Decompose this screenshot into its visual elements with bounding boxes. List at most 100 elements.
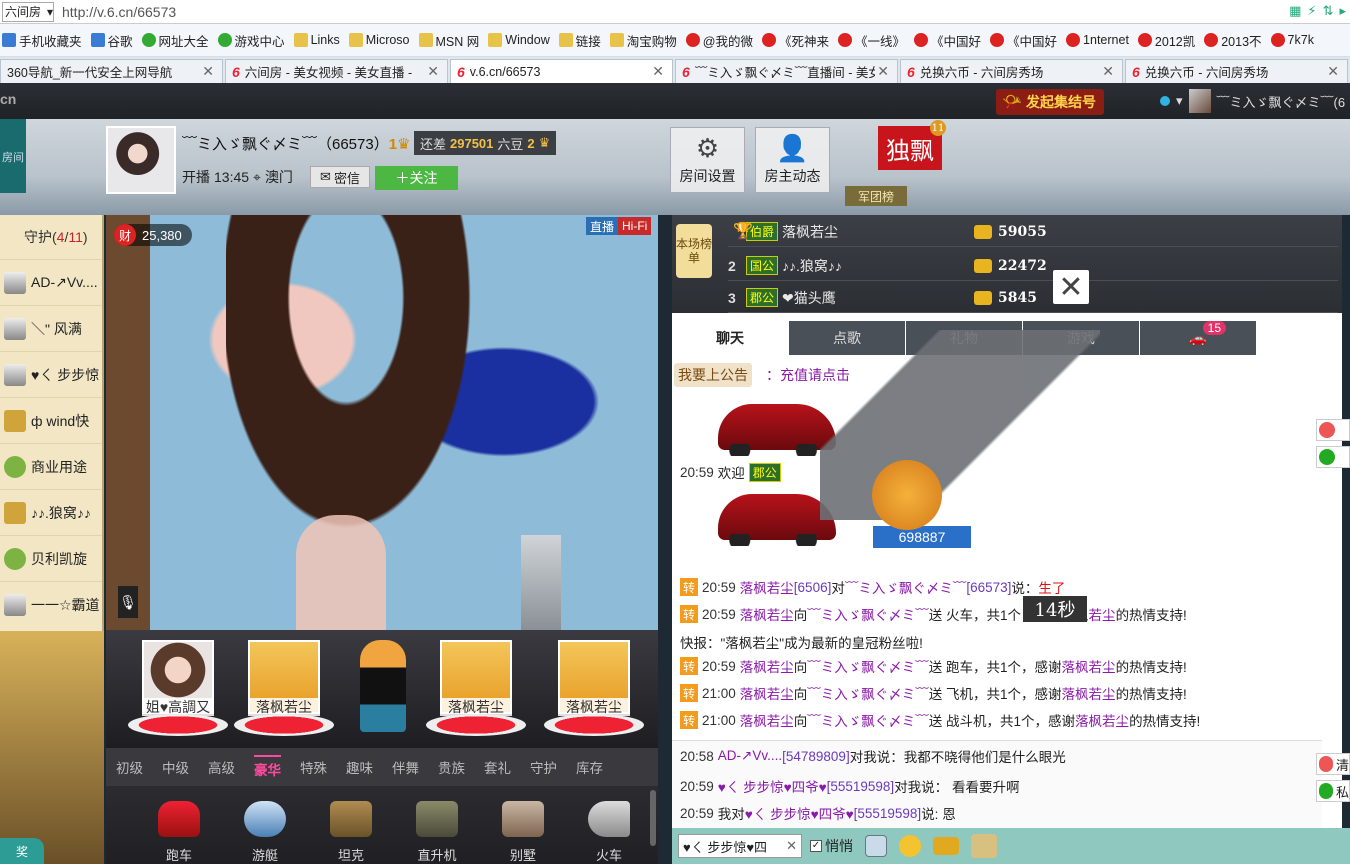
user-name[interactable]: 落枫若尘 [740, 656, 794, 676]
more-icon[interactable]: ▸ [1339, 3, 1346, 19]
bookmark-item[interactable]: 2013不 [1204, 31, 1262, 50]
video-player[interactable] [106, 215, 658, 630]
site-logo[interactable]: cn [0, 91, 16, 107]
bookmark-item[interactable]: 《中国好 [914, 31, 981, 50]
chat-tab[interactable]: 聊天 [672, 321, 788, 355]
bookmark-item[interactable]: 游戏中心 [217, 31, 285, 50]
bookmark-item[interactable]: 《一线》 [838, 31, 905, 50]
rank-row[interactable]: 3 郡公 ❤猫头鹰 5845 [728, 283, 1338, 313]
image-icon[interactable] [865, 835, 887, 857]
user-name[interactable]: 落枫若尘 [1062, 656, 1116, 676]
gift-tab[interactable]: 套礼 [484, 757, 511, 777]
private-toggle-button[interactable]: 私 [1316, 780, 1350, 802]
mini-widget[interactable]: 奖 [0, 838, 44, 864]
user-id[interactable]: [6506] [794, 580, 832, 595]
forward-icon[interactable]: 转 [680, 684, 698, 702]
forward-icon[interactable]: 转 [680, 657, 698, 675]
gift-item[interactable]: 直升机 [394, 786, 480, 864]
gift-item[interactable]: 游艇 [222, 786, 308, 864]
bookmark-item[interactable]: 淘宝购物 [609, 31, 677, 50]
recipient-select[interactable]: ♥ㄑ 步步惊♥四 ✕ [678, 834, 802, 858]
guard-member[interactable]: 一一☆霸道 [0, 581, 102, 627]
bookmark-item[interactable]: 1nternet [1066, 33, 1129, 47]
rank-row[interactable]: 2 国公 ♪♪.狼窝♪♪ 22472 [728, 251, 1338, 281]
legion-rank-button[interactable]: 军团榜 [845, 186, 907, 206]
close-icon[interactable]: ✕ [202, 63, 214, 80]
guard-member[interactable]: AD-↗Vv.... [0, 259, 102, 305]
user-name[interactable]: 落枫若尘 [740, 683, 794, 703]
side-flag[interactable]: 房间 [0, 119, 26, 193]
browser-tab[interactable]: 360导航_新一代安全上网导航 ✕ [0, 59, 223, 83]
bookmark-item[interactable]: @我的微 [685, 31, 753, 50]
forward-icon[interactable]: 转 [680, 711, 698, 729]
browser-tab[interactable]: 6 兑换六币 - 六间房秀场 ✕ [900, 59, 1123, 83]
bookmark-item[interactable]: Links [293, 33, 340, 47]
forward-icon[interactable]: 转 [680, 578, 698, 596]
whisper-checkbox[interactable]: ✓ 悄悄 [810, 836, 853, 856]
bookmark-item[interactable]: 《死神来 [761, 31, 829, 50]
close-icon[interactable]: ✕ [786, 838, 797, 854]
close-icon[interactable]: ✕ [1102, 63, 1114, 80]
gift-tab[interactable]: 贵族 [438, 757, 465, 777]
user-name[interactable]: 落枫若尘 [740, 577, 794, 597]
guard-member[interactable]: 商业用途 [0, 443, 102, 489]
bookmark-item[interactable]: 《中国好 [990, 31, 1057, 50]
guest-pedestal[interactable]: 落枫若尘 [542, 638, 644, 738]
bookmark-item[interactable]: Microso [348, 33, 410, 47]
microphone-icon[interactable]: 🎙 [118, 586, 138, 618]
close-icon[interactable]: ✕ [652, 63, 664, 80]
follow-button[interactable]: ＋关注 [375, 166, 458, 190]
user-id[interactable]: [66573] [966, 580, 1011, 595]
guard-title[interactable]: 守护(4/11) [0, 215, 102, 259]
duopiao-banner[interactable]: 独飘 11 [878, 120, 946, 170]
user-name[interactable]: ♥ㄑ 步步惊♥四爷♥ [745, 803, 854, 823]
room-settings-button[interactable]: ⚙ 房间设置 [670, 127, 745, 193]
guard-member[interactable]: 贝利凯旋 [0, 535, 102, 581]
guard-member[interactable]: ф wind快 [0, 397, 102, 443]
emoji-icon[interactable] [899, 835, 921, 857]
bookmark-item[interactable]: 手机收藏夹 [2, 31, 82, 50]
gift-tab[interactable]: 初级 [116, 757, 143, 777]
notice-tag-button[interactable]: 我要上公告 [674, 363, 752, 387]
user-name[interactable]: AD-↗Vv.... [718, 748, 782, 764]
user-name[interactable]: 落枫若尘 [740, 710, 794, 730]
user-id[interactable]: [55519598] [854, 806, 922, 821]
bookmark-item[interactable]: Window [488, 33, 550, 47]
user-id[interactable]: [55519598] [827, 779, 895, 794]
clear-private-button[interactable]: 清 [1316, 753, 1350, 775]
guard-member[interactable]: ＼" 风满 [0, 305, 102, 351]
user-name[interactable]: 落枫若尘 [1075, 710, 1129, 730]
bookmark-item[interactable]: 2012凯 [1137, 31, 1195, 50]
user-name[interactable]: ﹋ミ入ゞ飘ぐ〆ミ﹋ [845, 577, 967, 597]
check-button[interactable] [1316, 446, 1350, 468]
host-updates-button[interactable]: 👤 房主动态 [755, 127, 830, 193]
forward-icon[interactable]: 转 [680, 605, 698, 623]
close-icon[interactable]: ✕ [877, 63, 889, 80]
gift-item[interactable]: 别墅 [480, 786, 566, 864]
gift-item[interactable]: 跑车 [136, 786, 222, 864]
guest-pedestal[interactable]: 姐♥高調又 [126, 638, 228, 738]
private-message-button[interactable]: ✉ 密信 [310, 166, 370, 188]
close-icon[interactable]: ✕ [427, 63, 439, 80]
browser-tab[interactable]: 6 ﹋ミ入ゞ飘ぐ〆ミ﹋直播间 - 美女 ✕ [675, 59, 898, 83]
gift-tab[interactable]: 守护 [530, 757, 557, 777]
bookmark-item[interactable]: 7k7k [1270, 33, 1314, 47]
guest-pedestal[interactable]: 落枫若尘 [424, 638, 526, 738]
anchor-avatar[interactable] [106, 126, 176, 194]
arrows-icon[interactable]: ⇅ [1323, 3, 1334, 19]
guard-member[interactable]: ♥ㄑ 步步惊 [0, 351, 102, 397]
user-id[interactable]: [54789809] [782, 749, 850, 764]
gift-tab[interactable]: 豪华 [254, 755, 281, 779]
site-select[interactable]: 六间房 ▾ [2, 1, 54, 22]
user-name[interactable]: ﹋ミ入ゞ飘ぐ〆ミ﹋ [807, 683, 929, 703]
bookmark-item[interactable]: 谷歌 [90, 31, 133, 50]
chat-tab[interactable]: 🚗 15 [1140, 321, 1256, 355]
gift-tab[interactable]: 中级 [162, 757, 189, 777]
gift-scrollbar[interactable] [650, 790, 656, 846]
guard-member[interactable]: ♪♪.狼窝♪♪ [0, 489, 102, 535]
gift-tab[interactable]: 伴舞 [392, 757, 419, 777]
browser-tab[interactable]: 6 v.6.cn/66573 ✕ [450, 59, 673, 83]
rank-row[interactable]: 伯爵 落枫若尘 59055 [728, 217, 1338, 247]
gift-tab[interactable]: 特殊 [300, 757, 327, 777]
lightning-icon[interactable]: ⚡ [1307, 3, 1316, 19]
